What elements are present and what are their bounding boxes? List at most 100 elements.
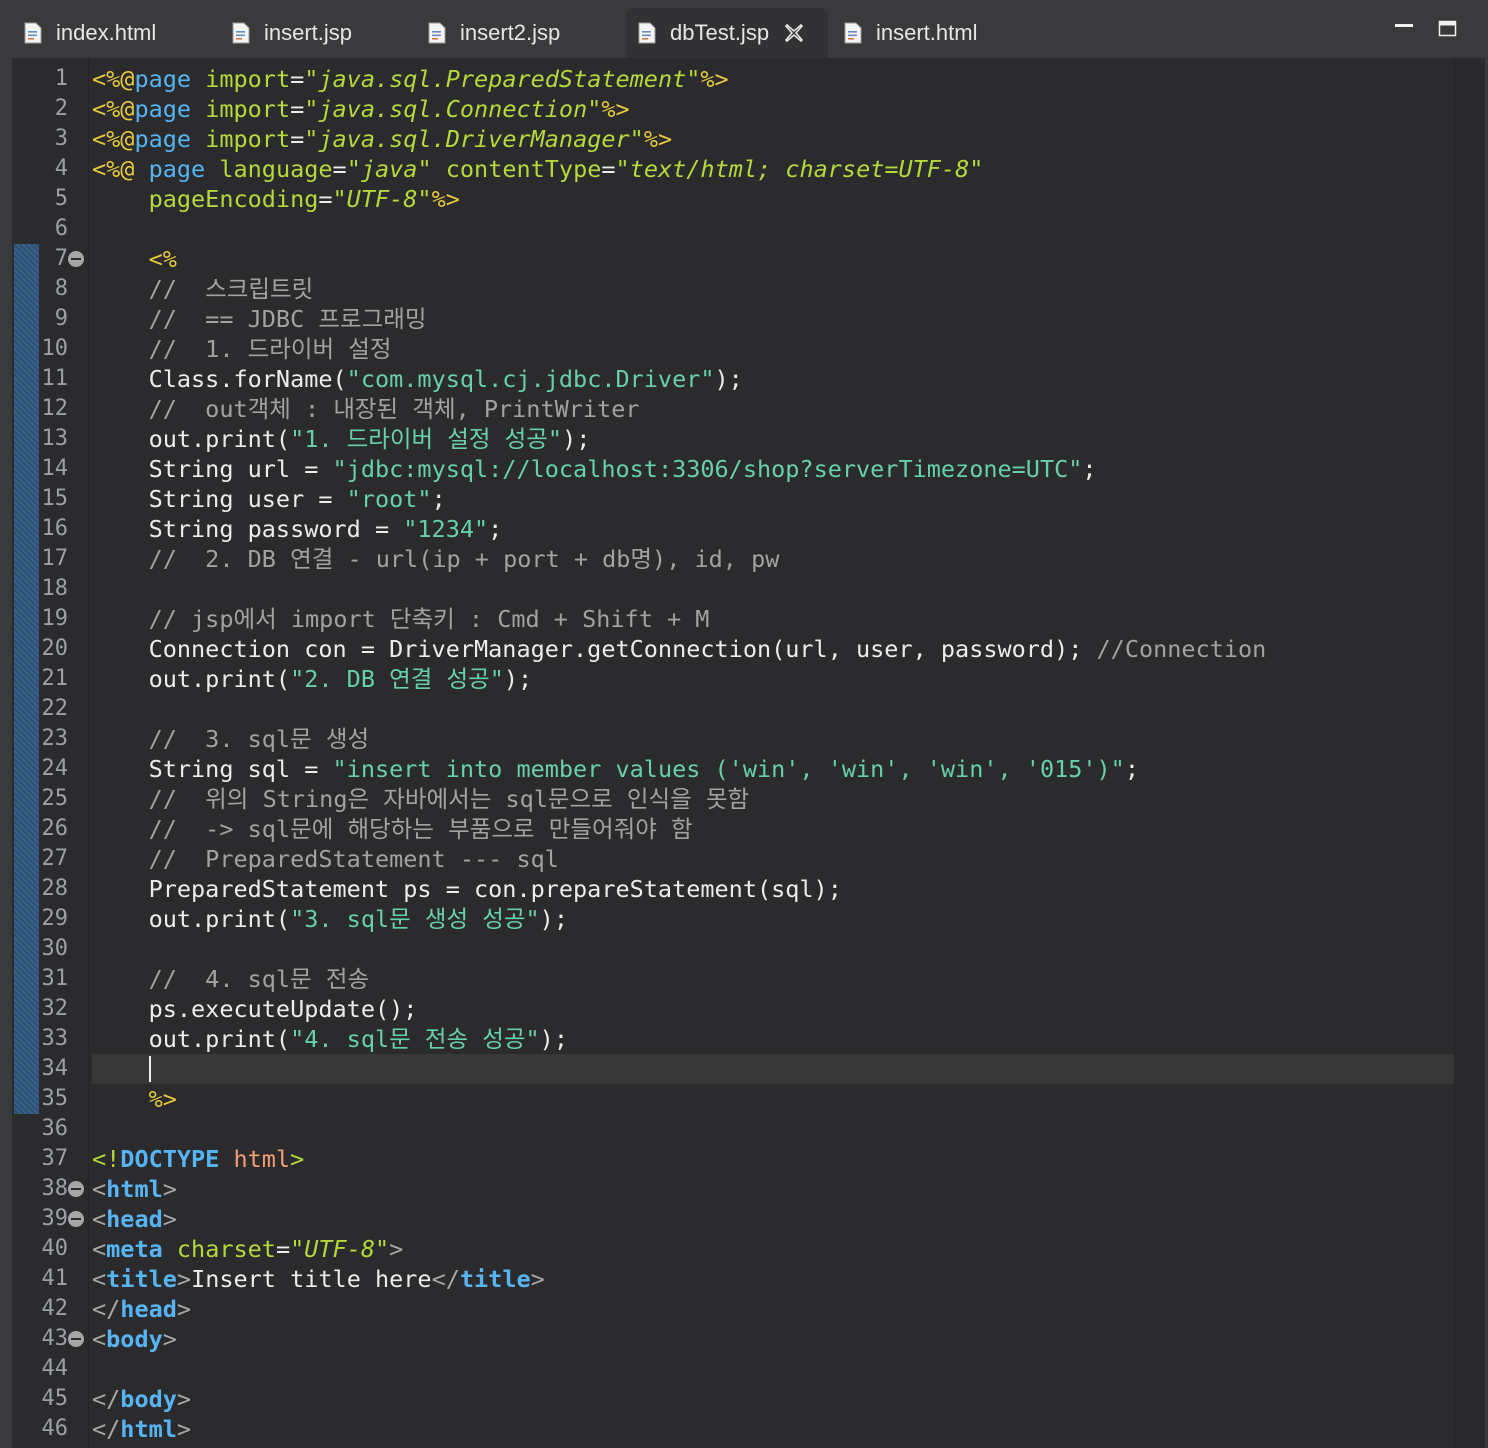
line-number: 35 — [41, 1086, 69, 1111]
code-line[interactable]: // 1. 드라이버 설정 — [92, 334, 392, 364]
code-line[interactable] — [92, 1054, 149, 1084]
code-line[interactable]: ps.executeUpdate(); — [92, 994, 418, 1024]
code-token: html — [120, 1415, 177, 1443]
line-number: 10 — [41, 336, 69, 361]
line-number: 4 — [54, 156, 68, 181]
code-line[interactable]: <!DOCTYPE html> — [92, 1144, 304, 1174]
code-line[interactable]: <body> — [92, 1324, 177, 1354]
code-line[interactable]: PreparedStatement ps = con.prepareStatem… — [92, 874, 842, 904]
tab-insert-jsp[interactable]: insert.jsp — [220, 8, 416, 58]
code-token: > — [176, 1265, 192, 1293]
code-line[interactable]: <html> — [92, 1174, 177, 1204]
line-number: 5 — [54, 186, 68, 211]
code-token: page — [134, 125, 192, 153]
code-token: %> — [700, 65, 729, 93]
code-line[interactable]: // == JDBC 프로그래밍 — [92, 304, 427, 334]
code-token: String user = — [92, 485, 347, 513]
editor-tab-bar: index.html insert.jsp insert2.jsp dbTest… — [0, 0, 1488, 58]
code-line[interactable]: // 3. sql문 생성 — [92, 724, 370, 754]
code-line[interactable]: // out객체 : 내장된 객체, PrintWriter — [92, 394, 640, 424]
tab-label: insert.html — [876, 20, 978, 45]
code-editor[interactable]: 1 2 3 4 5 6 7 8 9 10 11 12 13 14 15 16 17 18 19 20 21 22 23 24 2… — [12, 58, 1485, 1448]
code-token: "jdbc:mysql://localhost:3306/shop?server… — [332, 455, 1083, 483]
code-token: = — [290, 95, 305, 123]
code-line[interactable]: Connection con = DriverManager.getConnec… — [92, 634, 1267, 664]
code-line[interactable]: Class.forName("com.mysql.cj.jdbc.Driver"… — [92, 364, 743, 394]
line-number: 6 — [54, 216, 68, 241]
code-token: title — [106, 1265, 177, 1293]
code-token: head — [106, 1205, 163, 1233]
code-token: meta — [106, 1235, 163, 1263]
tab-label: dbTest.jsp — [670, 20, 770, 45]
minimize-icon[interactable] — [1394, 18, 1414, 38]
code-token: "java" — [346, 155, 432, 183]
code-line[interactable]: // 4. sql문 전송 — [92, 964, 370, 994]
text-cursor — [149, 1056, 151, 1082]
code-line[interactable]: // jsp에서 import 단축키 : Cmd + Shift + M — [92, 604, 710, 634]
code-token: < — [92, 1265, 107, 1293]
fold-collapse-icon[interactable] — [68, 1211, 84, 1227]
code-line[interactable]: </body> — [92, 1384, 191, 1414]
fold-collapse-icon[interactable] — [68, 1331, 84, 1347]
fold-collapse-icon[interactable] — [68, 1181, 84, 1197]
code-line[interactable]: </html> — [92, 1414, 191, 1444]
overview-ruler[interactable] — [1454, 58, 1485, 1448]
line-number: 46 — [41, 1416, 69, 1441]
tab-dbtest-jsp[interactable]: dbTest.jsp — [626, 8, 828, 58]
code-line[interactable]: <%@page import="java.sql.Connection"%> — [92, 94, 630, 124]
maximize-icon[interactable] — [1438, 18, 1458, 38]
line-number: 9 — [54, 306, 68, 331]
code-token: </ — [92, 1385, 121, 1413]
code-line[interactable]: <title>Insert title here</title> — [92, 1264, 545, 1294]
code-token: html — [233, 1145, 291, 1173]
code-token: String password = — [92, 515, 404, 543]
code-line[interactable]: <%@page import="java.sql.PreparedStateme… — [92, 64, 729, 94]
code-line[interactable]: out.print("2. DB 연결 성공"); — [92, 664, 533, 694]
code-token: %> — [431, 185, 460, 213]
tab-label: insert2.jsp — [460, 20, 561, 45]
fold-collapse-icon[interactable] — [68, 251, 84, 267]
code-token: "UTF-8" — [290, 1235, 390, 1263]
code-line[interactable]: <%@ page language="java" contentType="te… — [92, 154, 983, 184]
code-line[interactable]: <meta charset="UTF-8"> — [92, 1234, 403, 1264]
tab-index-html[interactable]: index.html — [12, 8, 208, 58]
code-line[interactable]: pageEncoding="UTF-8"%> — [92, 184, 460, 214]
code-token: page — [134, 95, 192, 123]
line-number: 18 — [41, 576, 69, 601]
close-icon[interactable] — [783, 22, 805, 44]
code-line[interactable]: String user = "root"; — [92, 484, 446, 514]
code-line[interactable]: // 스크립트릿 — [92, 274, 314, 304]
code-line[interactable]: <head> — [92, 1204, 177, 1234]
code-line[interactable]: // 위의 String은 자바에서는 sql문으로 인식을 못함 — [92, 784, 750, 814]
tab-insert-html[interactable]: insert.html — [832, 8, 1032, 58]
code-line[interactable]: </head> — [92, 1294, 191, 1324]
code-token: // -> sql문에 해당하는 부품으로 만들어줘야 함 — [92, 815, 693, 843]
code-line[interactable]: out.print("4. sql문 전송 성공"); — [92, 1024, 568, 1054]
code-line[interactable]: String url = "jdbc:mysql://localhost:330… — [92, 454, 1097, 484]
code-line[interactable]: %> — [92, 1084, 177, 1114]
code-token: // 4. sql문 전송 — [92, 965, 370, 993]
code-token: </ — [431, 1265, 460, 1293]
code-line[interactable]: <% — [92, 244, 177, 274]
code-token: import — [205, 95, 291, 123]
code-token: head — [120, 1295, 177, 1323]
code-line[interactable]: // PreparedStatement --- sql — [92, 844, 559, 874]
code-token: // == JDBC 프로그래밍 — [92, 305, 427, 333]
code-token: page — [148, 155, 206, 183]
code-token: "com.mysql.cj.jdbc.Driver" — [346, 365, 715, 393]
code-line[interactable]: // 2. DB 연결 - url(ip + port + db명), id, … — [92, 544, 780, 574]
code-line[interactable]: String password = "1234"; — [92, 514, 503, 544]
code-token: "1. 드라이버 설정 성공" — [290, 425, 563, 453]
code-line[interactable]: out.print("3. sql문 생성 성공"); — [92, 904, 568, 934]
code-line[interactable]: out.print("1. 드라이버 설정 성공"); — [92, 424, 591, 454]
code-token: out.print( — [92, 1025, 291, 1053]
line-number: 21 — [41, 666, 69, 691]
tab-insert2-jsp[interactable]: insert2.jsp — [416, 8, 622, 58]
code-line[interactable]: String sql = "insert into member values … — [92, 754, 1139, 784]
line-number: 14 — [41, 456, 69, 481]
code-line[interactable]: <%@page import="java.sql.DriverManager"%… — [92, 124, 672, 154]
code-line[interactable]: // -> sql문에 해당하는 부품으로 만들어줘야 함 — [92, 814, 693, 844]
